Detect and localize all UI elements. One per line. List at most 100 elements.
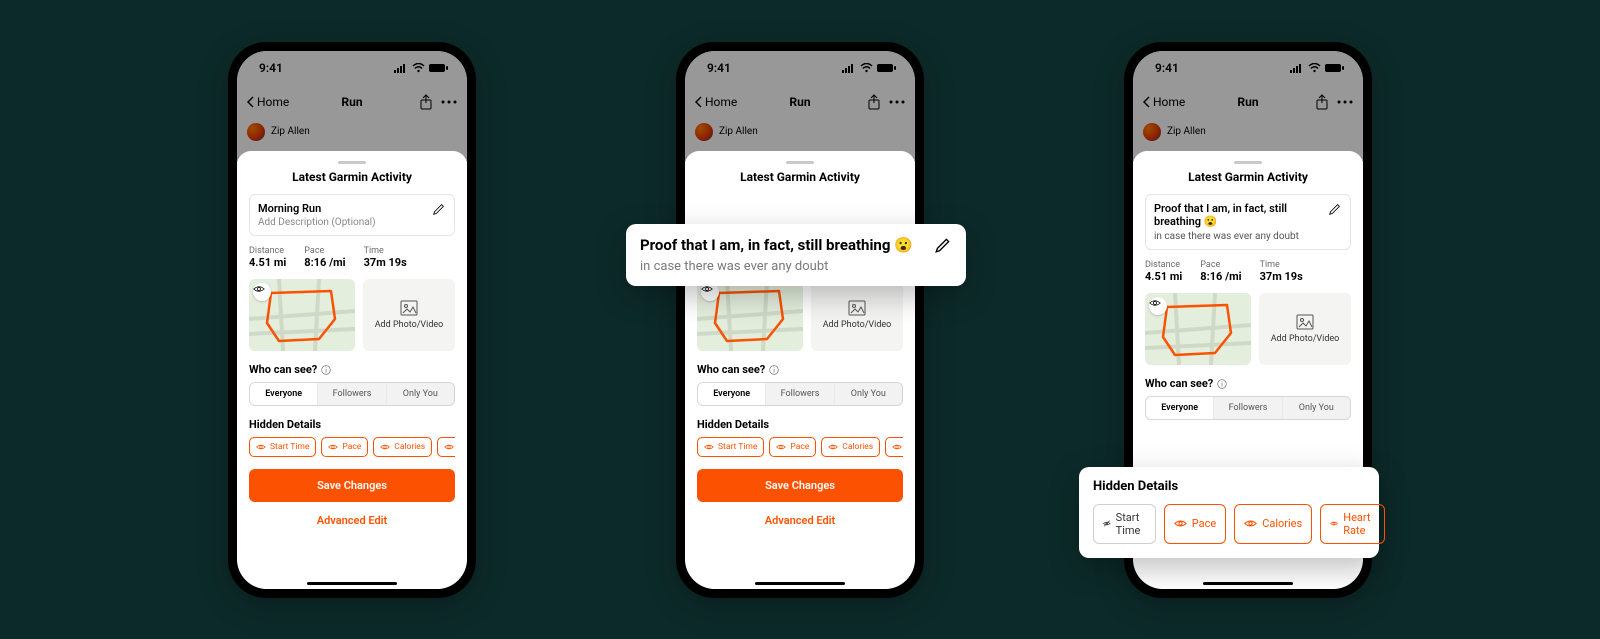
- svg-text:i: i: [773, 367, 775, 374]
- sheet-grip[interactable]: [338, 161, 366, 164]
- advanced-edit-link[interactable]: Advanced Edit: [697, 510, 903, 531]
- image-icon: [1296, 314, 1314, 330]
- svg-text:i: i: [1221, 381, 1223, 388]
- visibility-only-you[interactable]: Only You: [834, 383, 902, 405]
- info-icon[interactable]: i: [1217, 379, 1227, 389]
- battery-icon: [877, 63, 897, 73]
- status-bar: 9:41: [237, 51, 467, 85]
- save-button[interactable]: Save Changes: [697, 469, 903, 502]
- phone-frame-2: 9:41 Home Run Zip Allen Latest Ga: [676, 42, 924, 598]
- add-media-label: Add Photo/Video: [375, 320, 444, 330]
- chip-heart-rate[interactable]: Heart Rate: [1320, 504, 1385, 544]
- save-button[interactable]: Save Changes: [249, 469, 455, 502]
- chip-calories[interactable]: Calories: [821, 437, 880, 457]
- chip-start-time[interactable]: Start Time: [697, 437, 764, 457]
- info-icon[interactable]: i: [321, 365, 331, 375]
- visibility-followers[interactable]: Followers: [765, 383, 833, 405]
- home-indicator[interactable]: [755, 582, 845, 585]
- sheet-grip[interactable]: [1234, 161, 1262, 164]
- map-thumbnail[interactable]: [697, 279, 803, 351]
- avatar: [695, 123, 713, 141]
- user-row: Zip Allen: [1133, 119, 1363, 145]
- map-thumbnail[interactable]: [249, 279, 355, 351]
- page-title: Run: [685, 95, 915, 109]
- sheet: Latest Garmin Activity .. Distance4.51 m…: [685, 151, 915, 589]
- visibility-everyone[interactable]: Everyone: [698, 383, 765, 405]
- edit-icon[interactable]: [934, 236, 952, 254]
- visibility-header: Who can see? i: [1145, 377, 1351, 390]
- chip-calories[interactable]: Calories: [373, 437, 432, 457]
- visibility-segment[interactable]: Everyone Followers Only You: [1145, 396, 1351, 420]
- chip-heart-rate[interactable]: Hea: [885, 437, 903, 457]
- hidden-details-header: Hidden Details: [697, 418, 903, 431]
- time-label: Time: [364, 246, 407, 256]
- home-indicator[interactable]: [307, 582, 397, 585]
- distance-label: Distance: [1145, 260, 1182, 270]
- home-indicator[interactable]: [1203, 582, 1293, 585]
- status-time: 9:41: [1155, 61, 1179, 75]
- user-name: Zip Allen: [1167, 126, 1206, 137]
- title-card[interactable]: Morning Run Add Description (Optional): [249, 194, 455, 237]
- sheet-header: Latest Garmin Activity: [697, 170, 903, 184]
- chip-pace[interactable]: Pace: [769, 437, 816, 457]
- info-icon[interactable]: i: [769, 365, 779, 375]
- chip-start-time[interactable]: Start Time: [1093, 504, 1156, 544]
- chip-calories[interactable]: Calories: [1234, 504, 1312, 544]
- chip-heart-rate[interactable]: Hea: [437, 437, 455, 457]
- page-title: Run: [237, 95, 467, 109]
- pace-label: Pace: [1200, 260, 1241, 270]
- hidden-details-chips: Start Time Pace Calories Hea: [697, 437, 903, 457]
- user-name: Zip Allen: [271, 126, 310, 137]
- sheet-header: Latest Garmin Activity: [1145, 170, 1351, 184]
- advanced-edit-link[interactable]: Advanced Edit: [249, 510, 455, 531]
- visibility-everyone[interactable]: Everyone: [1146, 397, 1213, 419]
- image-icon: [848, 300, 866, 316]
- visibility-only-you[interactable]: Only You: [1282, 397, 1350, 419]
- status-bar: 9:41: [1133, 51, 1363, 85]
- add-media-button[interactable]: Add Photo/Video: [1259, 293, 1351, 365]
- visibility-segment[interactable]: Everyone Followers Only You: [697, 382, 903, 406]
- add-media-button[interactable]: Add Photo/Video: [811, 279, 903, 351]
- edit-icon[interactable]: [432, 202, 446, 216]
- distance-value: 4.51 mi: [249, 256, 286, 269]
- visibility-followers[interactable]: Followers: [317, 383, 385, 405]
- phone-frame-1: 9:41 Home Run Zip Allen Late: [228, 42, 476, 598]
- map-thumbnail[interactable]: [1145, 293, 1251, 365]
- edit-icon[interactable]: [1328, 202, 1342, 216]
- visibility-everyone[interactable]: Everyone: [250, 383, 317, 405]
- cellular-icon: [394, 63, 408, 73]
- map-visibility-icon[interactable]: [1149, 297, 1167, 315]
- hidden-details-header: Hidden Details: [249, 418, 455, 431]
- pace-value: 8:16 /mi: [1200, 270, 1241, 283]
- time-label: Time: [1260, 260, 1303, 270]
- cellular-icon: [842, 63, 856, 73]
- activity-title: Proof that I am, in fact, still breathin…: [1154, 202, 1322, 230]
- wifi-icon: [1308, 63, 1321, 73]
- user-row: Zip Allen: [237, 119, 467, 145]
- status-bar: 9:41: [685, 51, 915, 85]
- user-row: Zip Allen: [685, 119, 915, 145]
- add-media-label: Add Photo/Video: [823, 320, 892, 330]
- chip-pace[interactable]: Pace: [1164, 504, 1226, 544]
- visibility-only-you[interactable]: Only You: [386, 383, 454, 405]
- svg-text:i: i: [325, 367, 327, 374]
- add-media-button[interactable]: Add Photo/Video: [363, 279, 455, 351]
- wifi-icon: [412, 63, 425, 73]
- user-name: Zip Allen: [719, 126, 758, 137]
- visibility-followers[interactable]: Followers: [1213, 397, 1281, 419]
- visibility-segment[interactable]: Everyone Followers Only You: [249, 382, 455, 406]
- hidden-details-chips: Start Time Pace Calories Hea: [249, 437, 455, 457]
- sheet-grip[interactable]: [786, 161, 814, 164]
- pace-value: 8:16 /mi: [304, 256, 345, 269]
- visibility-header: Who can see? i: [249, 363, 455, 376]
- title-card[interactable]: Proof that I am, in fact, still breathin…: [1145, 194, 1351, 251]
- distance-value: 4.51 mi: [1145, 270, 1182, 283]
- activity-description: in case there was ever any doubt: [1154, 231, 1322, 242]
- chip-pace[interactable]: Pace: [321, 437, 368, 457]
- time-value: 37m 19s: [1260, 270, 1303, 283]
- cellular-icon: [1290, 63, 1304, 73]
- callout-title: Proof that I am, in fact, still breathin…: [640, 236, 920, 256]
- chip-start-time[interactable]: Start Time: [249, 437, 316, 457]
- distance-label: Distance: [249, 246, 286, 256]
- visibility-header: Who can see? i: [697, 363, 903, 376]
